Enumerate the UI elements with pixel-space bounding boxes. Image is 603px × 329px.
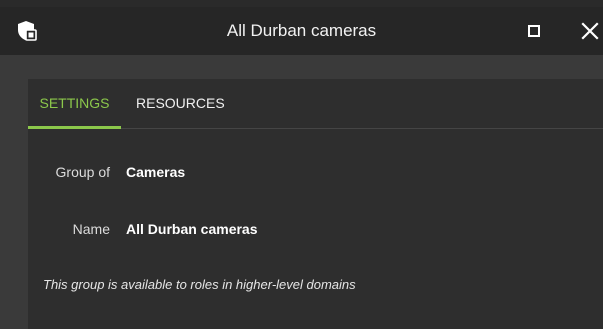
availability-note: This group is available to roles in high…	[43, 277, 356, 292]
group-of-label: Group of	[55, 164, 110, 180]
group-of-row: Group of Cameras	[28, 162, 603, 182]
tab-settings[interactable]: SETTINGS	[28, 79, 121, 129]
tab-bar: SETTINGS RESOURCES	[28, 79, 603, 129]
top-strip	[0, 0, 603, 7]
group-of-value: Cameras	[126, 164, 186, 180]
tab-settings-label: SETTINGS	[39, 95, 110, 111]
active-tab-indicator	[28, 126, 121, 129]
name-value: All Durban cameras	[126, 221, 258, 237]
maximize-button[interactable]	[524, 21, 544, 41]
tab-resources-label: RESOURCES	[136, 95, 225, 111]
title-bar: All Durban cameras	[0, 7, 603, 55]
dialog-window: All Durban cameras SETTINGS RESOURCES Gr…	[0, 0, 603, 329]
name-row: Name All Durban cameras	[28, 219, 603, 239]
name-label: Name	[72, 221, 110, 237]
window-title: All Durban cameras	[226, 21, 377, 40]
close-icon	[581, 22, 599, 40]
tab-resources[interactable]: RESOURCES	[136, 79, 225, 128]
maximize-icon	[528, 25, 540, 37]
close-button[interactable]	[578, 19, 602, 43]
properties-panel: SETTINGS RESOURCES Group of Cameras Name…	[28, 79, 603, 329]
